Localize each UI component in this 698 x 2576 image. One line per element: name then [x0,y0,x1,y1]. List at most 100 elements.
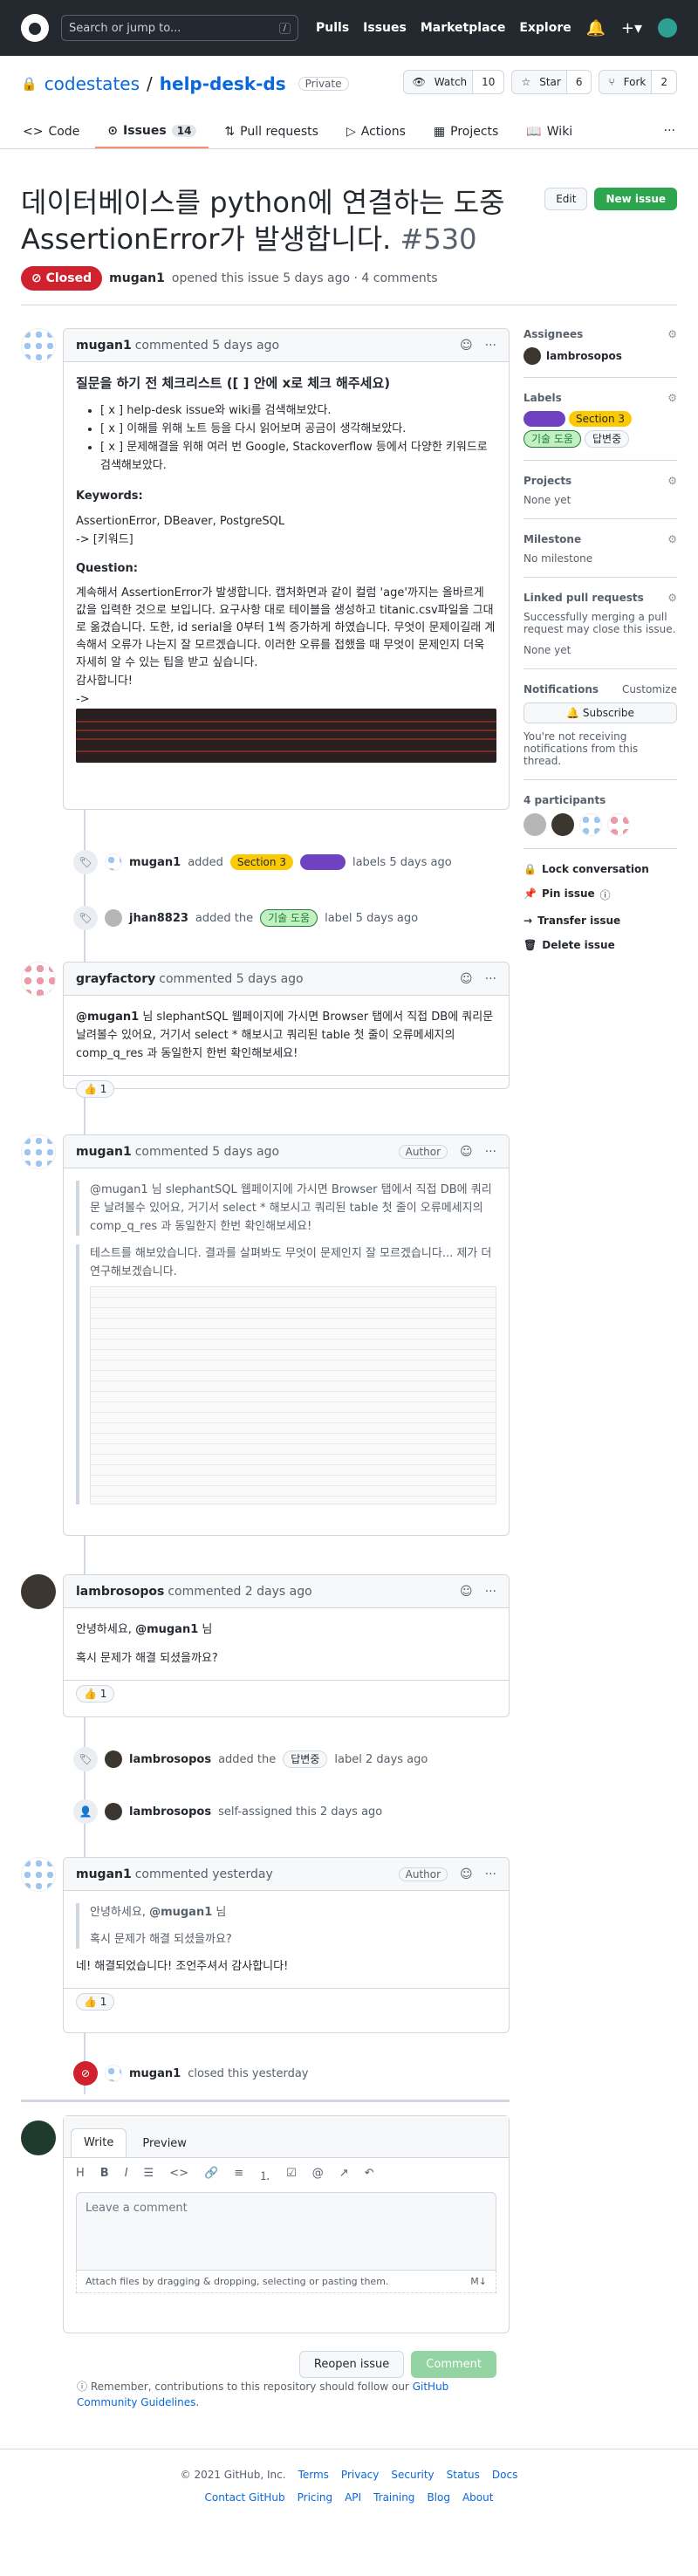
comment-author[interactable]: mugan1 [76,1867,132,1881]
reopen-issue-button[interactable]: Reopen issue [298,2351,405,2378]
repo-owner-link[interactable]: codestates [44,73,140,94]
thumbs-up-reaction[interactable]: 👍 1 [76,1080,115,1098]
subscribe-button[interactable]: 🔔 Subscribe [524,702,677,723]
comment-button[interactable]: Comment [411,2351,496,2378]
query-result-screenshot[interactable] [90,1286,496,1504]
task-list-icon[interactable]: ☑ [286,2167,297,2183]
smiley-icon[interactable]: ☺ [460,1867,473,1881]
nav-marketplace[interactable]: Marketplace [421,21,505,35]
label-purple[interactable] [299,854,346,870]
footer-link[interactable]: Docs [492,2469,517,2481]
smiley-icon[interactable]: ☺ [460,1585,473,1599]
tab-wiki[interactable]: 📖 Wiki [514,115,585,148]
avatar[interactable] [105,2065,122,2082]
github-logo-icon[interactable] [21,14,49,42]
comment-textarea[interactable]: Leave a comment [76,2192,496,2271]
nav-issues[interactable]: Issues [363,21,407,35]
plus-icon[interactable]: +▾ [621,19,642,38]
avatar[interactable] [21,1857,56,1892]
search-input[interactable]: Search or jump to... / [61,15,298,41]
comment-author[interactable]: grayfactory [76,972,155,986]
kebab-icon[interactable]: ··· [485,1145,496,1159]
kebab-icon[interactable]: ··· [485,1585,496,1599]
star-button[interactable]: ☆ Star 6 [511,70,592,94]
avatar[interactable] [105,909,122,927]
avatar[interactable] [524,347,541,365]
italic-icon[interactable]: I [125,2167,128,2183]
quote-icon[interactable]: ☰ [144,2167,154,2183]
thumbs-up-reaction[interactable]: 👍 1 [76,1685,115,1702]
footer-link[interactable]: Status [447,2469,480,2481]
bullet-list-icon[interactable]: ≡ [234,2167,243,2183]
avatar[interactable] [105,853,122,871]
mention-icon[interactable]: @ [312,2167,324,2183]
label-tech-help[interactable]: 기술 도움 [260,909,318,927]
nav-explore[interactable]: Explore [519,21,571,35]
avatar[interactable] [607,813,630,836]
tab-actions[interactable]: ▷ Actions [334,115,418,148]
footer-link[interactable]: Pricing [298,2491,332,2504]
avatar[interactable] [105,1750,122,1768]
new-issue-button[interactable]: New issue [594,188,677,210]
avatar[interactable] [21,962,56,997]
edit-button[interactable]: Edit [544,188,588,210]
avatar[interactable] [21,2120,56,2155]
undo-icon[interactable]: ↶ [365,2167,374,2183]
label-section-3[interactable]: Section 3 [569,411,633,427]
avatar[interactable] [524,813,546,836]
comment-author[interactable]: mugan1 [76,1145,132,1159]
footer-link[interactable]: Privacy [341,2469,379,2481]
footer-link[interactable]: Training [373,2491,414,2504]
smiley-icon[interactable]: ☺ [460,1145,473,1159]
label-answering[interactable]: 답변중 [584,430,630,448]
footer-link[interactable]: Terms [298,2469,329,2481]
transfer-issue[interactable]: → Transfer issue [524,915,677,927]
avatar[interactable] [551,813,574,836]
tab-code[interactable]: <> Code [10,115,92,148]
mention-link[interactable]: @mugan1 [135,1623,198,1636]
footer-link[interactable]: Blog [427,2491,450,2504]
kebab-icon[interactable]: ··· [485,339,496,353]
fork-button[interactable]: ⑂ Fork 2 [599,70,677,94]
watch-button[interactable]: 👁 Watch 10 [402,70,505,94]
lock-conversation[interactable]: 🔒 Lock conversation [524,863,677,875]
heading-icon[interactable]: H [76,2167,85,2183]
label-tech-help[interactable]: 기술 도움 [524,430,581,448]
pin-issue[interactable]: 📌 Pin issue ⓘ [524,887,677,902]
code-icon[interactable]: <> [169,2167,188,2183]
gear-icon[interactable]: ⚙ [667,328,677,340]
user-avatar[interactable] [658,18,677,38]
customize-link[interactable]: Customize [622,683,677,695]
gear-icon[interactable]: ⚙ [667,475,677,487]
avatar[interactable] [579,813,602,836]
tab-projects[interactable]: ▦ Projects [421,115,510,148]
label-answering[interactable]: 답변중 [283,1750,328,1768]
tab-write[interactable]: Write [71,2128,127,2157]
avatar[interactable] [105,1803,122,1820]
avatar[interactable] [21,1134,56,1169]
kebab-icon[interactable]: ··· [485,972,496,986]
numbered-list-icon[interactable]: ⒈ [259,2167,270,2183]
bell-icon[interactable]: 🔔 [585,19,605,38]
reference-icon[interactable]: ↗ [339,2167,349,2183]
gear-icon[interactable]: ⚙ [667,592,677,604]
repo-name-link[interactable]: help-desk-ds [160,73,286,94]
footer-link[interactable]: Security [391,2469,434,2481]
avatar[interactable] [21,328,56,363]
tab-pull-requests[interactable]: ⇅ Pull requests [212,115,331,148]
mention-link[interactable]: @mugan1 [76,1011,139,1024]
comment-author[interactable]: mugan1 [76,339,132,353]
more-icon[interactable]: ··· [652,115,688,148]
smiley-icon[interactable]: ☺ [460,972,473,986]
thumbs-up-reaction[interactable]: 👍 1 [76,1993,115,2011]
bold-icon[interactable]: B [100,2167,109,2183]
footer-link[interactable]: Contact GitHub [205,2491,285,2504]
attach-files[interactable]: Attach files by dragging & dropping, sel… [76,2271,496,2293]
footer-link[interactable]: About [462,2491,493,2504]
comment-author[interactable]: lambrosopos [76,1585,164,1599]
delete-issue[interactable]: 🗑 Delete issue [524,939,677,951]
avatar[interactable] [21,1574,56,1609]
nav-pulls[interactable]: Pulls [316,21,349,35]
footer-link[interactable]: API [345,2491,361,2504]
tab-preview[interactable]: Preview [130,2130,199,2157]
